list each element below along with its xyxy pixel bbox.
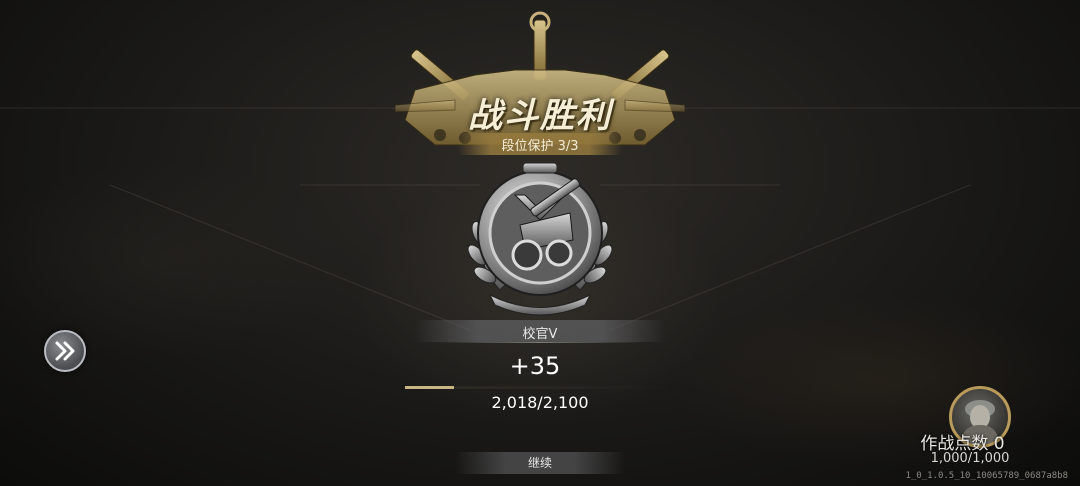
- artillery-rank-badge-icon: [467, 162, 613, 316]
- progress-fill: [405, 386, 454, 389]
- continue-button-label[interactable]: 继续: [455, 454, 625, 471]
- skip-button[interactable]: [44, 330, 86, 372]
- victory-title: 战斗胜利: [468, 96, 612, 136]
- build-id: 1_0_1.0.5_10_10065789_0687a8b8: [905, 471, 1068, 481]
- battle-points-value: 1,000/1,000: [930, 451, 1010, 466]
- rank-name: 校官V: [522, 327, 558, 342]
- rank-protection-text: 段位保护 3/3: [501, 139, 579, 154]
- double-chevron-right-icon: [55, 341, 75, 361]
- divider: [440, 342, 640, 343]
- score-progress: 2,018/2,100: [491, 393, 589, 412]
- score-delta: +35: [509, 352, 561, 380]
